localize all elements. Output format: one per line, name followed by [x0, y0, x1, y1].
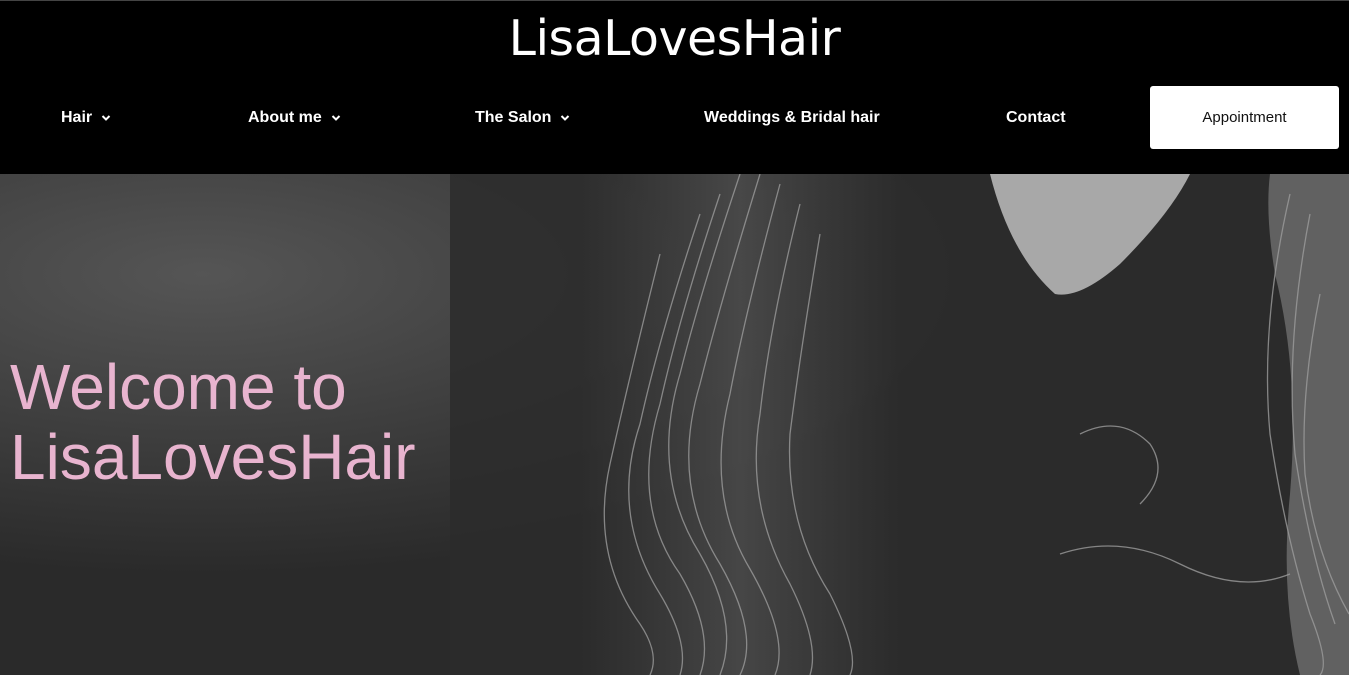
site-header: LisaLovesHair Hair About me The Salon We…: [0, 0, 1349, 174]
hero-title: Welcome to LisaLovesHair: [10, 352, 416, 492]
appointment-button[interactable]: Appointment: [1150, 86, 1339, 149]
nav-item-label: Hair: [61, 108, 93, 126]
nav-item-the-salon[interactable]: The Salon: [475, 86, 570, 149]
chevron-down-icon: [331, 113, 341, 123]
main-nav: Hair About me The Salon Weddings & Brida…: [0, 86, 1349, 149]
nav-item-label: About me: [248, 108, 322, 126]
nav-item-weddings[interactable]: Weddings & Bridal hair: [704, 86, 880, 149]
nav-item-label: Weddings & Bridal hair: [704, 108, 880, 126]
hero-title-line-2: LisaLovesHair: [10, 421, 416, 493]
nav-item-hair[interactable]: Hair: [61, 86, 111, 149]
nav-item-label: The Salon: [475, 108, 552, 126]
chevron-down-icon: [560, 113, 570, 123]
nav-item-label: Contact: [1006, 108, 1066, 126]
site-logo[interactable]: LisaLovesHair: [0, 9, 1349, 69]
hero-title-line-1: Welcome to: [10, 351, 347, 423]
hero-section: Welcome to LisaLovesHair: [0, 174, 1349, 675]
nav-item-about-me[interactable]: About me: [248, 86, 341, 149]
chevron-down-icon: [101, 113, 111, 123]
nav-item-contact[interactable]: Contact: [1006, 86, 1066, 149]
